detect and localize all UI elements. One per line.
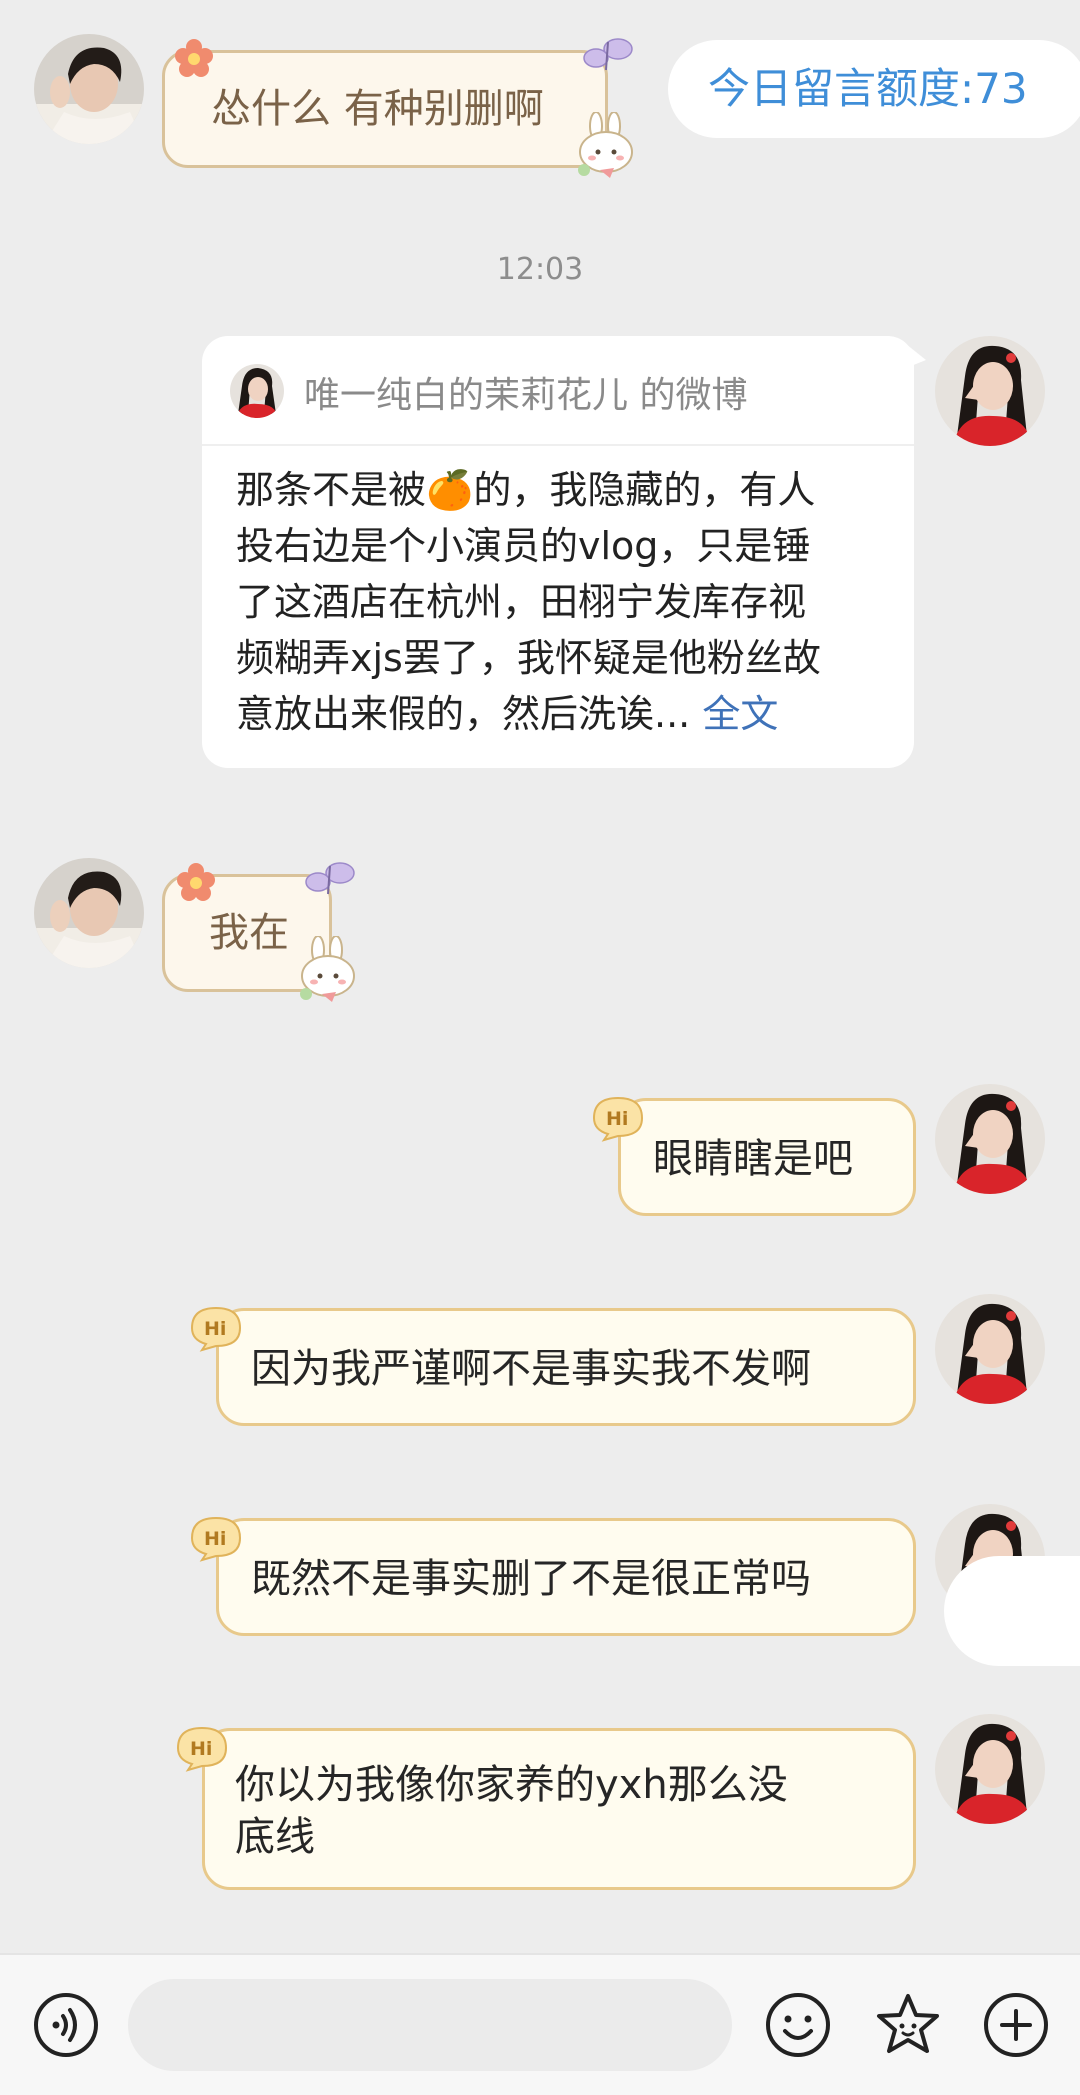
contact-avatar[interactable] [34, 858, 144, 968]
hi-badge-label: Hi [190, 1738, 212, 1760]
message-text: 我在 [209, 910, 289, 956]
message-input[interactable] [128, 1979, 732, 2071]
card-line: 了这酒店在杭州，田栩宁发库存视 [236, 580, 807, 624]
message-text: 眼睛瞎是吧 [653, 1136, 853, 1182]
message-bubble-left[interactable]: 怂什么 有种别删啊 [162, 50, 608, 168]
hi-badge-label: Hi [204, 1528, 226, 1550]
full-text-link[interactable]: 全文 [702, 692, 778, 736]
share-card-source: 唯一纯白的茉莉花儿 的微博 [304, 375, 748, 416]
flower-decoration-icon [177, 863, 215, 901]
hi-badge-icon: Hi [186, 1304, 244, 1352]
hi-badge-label: Hi [204, 1318, 226, 1340]
message-text: 怂什么 有种别删啊 [211, 86, 544, 132]
bunny-decoration-icon [300, 936, 355, 1002]
card-line: 那条不是被 [236, 468, 427, 512]
card-line: 的，我隐藏的，有人 [473, 468, 816, 512]
message-quota-badge: 今日留言额度:73 [668, 40, 1080, 138]
card-line: 意放出来假的，然后洗诶... [236, 692, 691, 736]
message-bubble-right[interactable]: 眼睛瞎是吧 [618, 1098, 916, 1216]
star-sticker-icon[interactable] [874, 1991, 942, 2059]
tangerine-emoji: 🍊 [426, 468, 474, 512]
plus-icon[interactable] [982, 1991, 1050, 2059]
share-card-header: 唯一纯白的茉莉花儿 的微博 [202, 336, 914, 446]
hi-badge-icon: Hi [588, 1094, 646, 1142]
input-bar [0, 1953, 1080, 2095]
message-bubble-right[interactable]: 你以为我像你家养的yxh那么没 底线 [202, 1728, 916, 1890]
card-line: 频糊弄xjs罢了，我怀疑是他粉丝故 [236, 636, 821, 680]
source-avatar [230, 364, 284, 418]
card-tail [906, 344, 926, 368]
my-avatar[interactable] [935, 1294, 1045, 1404]
butterfly-decoration-icon [305, 862, 355, 895]
my-avatar[interactable] [935, 336, 1045, 446]
message-bubble-right[interactable]: 既然不是事实删了不是很正常吗 [216, 1518, 916, 1636]
my-avatar[interactable] [935, 1084, 1045, 1194]
share-card-text: 那条不是被🍊的，我隐藏的，有人 投右边是个小演员的vlog，只是锤 了这酒店在杭… [236, 462, 892, 742]
message-text: 你以为我像你家养的yxh那么没 [235, 1762, 788, 1808]
my-avatar[interactable] [935, 1714, 1045, 1824]
hi-badge-icon: Hi [172, 1724, 230, 1772]
message-text: 既然不是事实删了不是很正常吗 [251, 1556, 811, 1602]
hi-badge-label: Hi [606, 1108, 628, 1130]
flower-decoration-icon [175, 39, 213, 77]
voice-icon[interactable] [32, 1991, 100, 2059]
timestamp: 12:03 [496, 252, 584, 287]
message-bubble-right[interactable]: 因为我严谨啊不是事实我不发啊 [216, 1308, 916, 1426]
message-text: 底线 [235, 1814, 315, 1860]
card-line: 投右边是个小演员的vlog，只是锤 [236, 524, 811, 568]
butterfly-decoration-icon [583, 38, 633, 71]
bunny-decoration-icon [578, 112, 633, 178]
contact-avatar[interactable] [34, 34, 144, 144]
smiley-icon[interactable] [764, 1991, 832, 2059]
weibo-share-card[interactable]: 唯一纯白的茉莉花儿 的微博 那条不是被🍊的，我隐藏的，有人 投右边是个小演员的v… [202, 336, 914, 768]
floating-assist-button[interactable] [944, 1556, 1080, 1666]
message-text: 因为我严谨啊不是事实我不发啊 [251, 1346, 811, 1392]
hi-badge-icon: Hi [186, 1514, 244, 1562]
